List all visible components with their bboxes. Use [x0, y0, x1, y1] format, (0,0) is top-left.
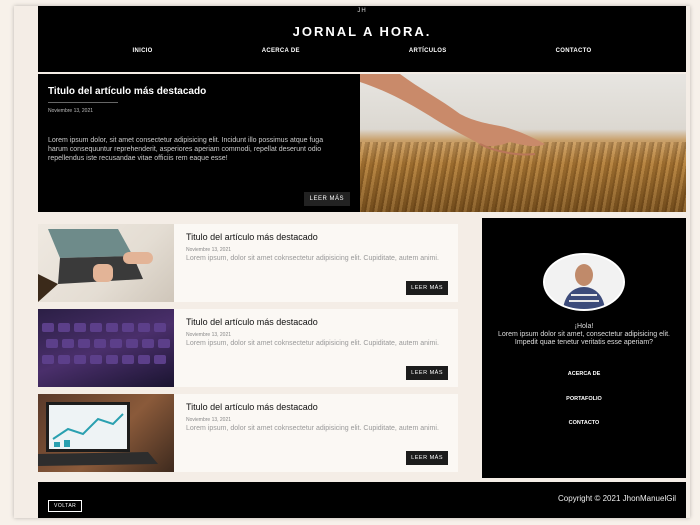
sidebar-link-portafolio[interactable]: PORTAFOLIO	[482, 396, 686, 402]
article-date: Noviembre 13, 2021	[186, 247, 232, 253]
read-more-button[interactable]: LEER MÁS	[406, 366, 448, 380]
nav-inicio[interactable]: INICIO	[133, 48, 153, 54]
keyboard-graphic	[42, 323, 170, 364]
article-card-2: Titulo del artículo más destacado Noviem…	[38, 309, 458, 387]
featured-article-date: Noviembre 13, 2021	[48, 108, 94, 114]
wheat-field-image	[360, 74, 686, 212]
author-avatar	[543, 253, 625, 311]
hand-illustration	[360, 74, 545, 156]
author-sidebar: ¡Hola! Lorem ipsum dolor sit amet, conse…	[482, 218, 686, 478]
title-divider	[48, 102, 118, 103]
featured-article: Titulo del artículo más destacado Noviem…	[38, 74, 686, 212]
site-title[interactable]: JORNAL A HORA.	[38, 24, 686, 39]
article-card-1: Titulo del artículo más destacado Noviem…	[38, 224, 458, 302]
laptop-graphic	[38, 229, 153, 302]
article-title: Titulo del artículo más destacado	[186, 402, 318, 412]
featured-article-title: Titulo del artículo más destacado	[48, 86, 207, 97]
sidebar-link-contacto[interactable]: CONTACTO	[482, 420, 686, 426]
nav-articulos[interactable]: ARTÍCULOS	[409, 48, 447, 54]
featured-article-content: Titulo del artículo más destacado Noviem…	[38, 74, 360, 212]
site-footer: VOLTAR Copyright © 2021 JhonManuelGil	[38, 482, 686, 518]
article-card-3: Titulo del artículo más destacado Noviem…	[38, 394, 458, 472]
article-excerpt: Lorem ipsum, dolor sit amet coknsectetur…	[186, 425, 439, 432]
sidebar-link-acerca-de[interactable]: ACERCA DE	[482, 371, 686, 377]
article-excerpt: Lorem ipsum, dolor sit amet coknsectetur…	[186, 340, 439, 347]
keyboard-image	[38, 309, 174, 387]
copyright-text: Copyright © 2021 JhonManuelGil	[558, 494, 676, 503]
featured-article-excerpt: Lorem ipsum dolor, sit amet consectetur …	[48, 137, 324, 162]
article-title: Titulo del artículo más destacado	[186, 232, 318, 242]
laptop-analytics-image	[38, 394, 174, 472]
nav-acerca-de[interactable]: ACERCA DE	[262, 48, 300, 54]
person-photo	[545, 255, 623, 309]
sidebar-greeting: ¡Hola!	[574, 323, 594, 330]
featured-read-more-button[interactable]: LEER MÁS	[303, 192, 350, 206]
analytics-screen-graphic	[38, 402, 158, 466]
article-date: Noviembre 13, 2021	[186, 332, 232, 338]
brand-initials: JH	[357, 8, 367, 14]
article-title: Titulo del artículo más destacado	[186, 317, 318, 327]
page-frame: JH JORNAL A HORA. INICIO ACERCA DE ARTÍC…	[14, 6, 690, 518]
site-header: JH JORNAL A HORA. INICIO ACERCA DE ARTÍC…	[38, 6, 686, 72]
read-more-button[interactable]: LEER MÁS	[406, 451, 448, 465]
nav-contacto[interactable]: CONTACTO	[556, 48, 592, 54]
back-button[interactable]: VOLTAR	[48, 500, 83, 512]
laptop-typing-image	[38, 224, 174, 302]
article-date: Noviembre 13, 2021	[186, 417, 232, 423]
main-nav: INICIO ACERCA DE ARTÍCULOS CONTACTO	[38, 48, 686, 54]
sidebar-text: Lorem ipsum dolor sit amet, consectetur …	[498, 331, 670, 346]
article-excerpt: Lorem ipsum, dolor sit amet coknsectetur…	[186, 255, 439, 262]
read-more-button[interactable]: LEER MÁS	[406, 281, 448, 295]
